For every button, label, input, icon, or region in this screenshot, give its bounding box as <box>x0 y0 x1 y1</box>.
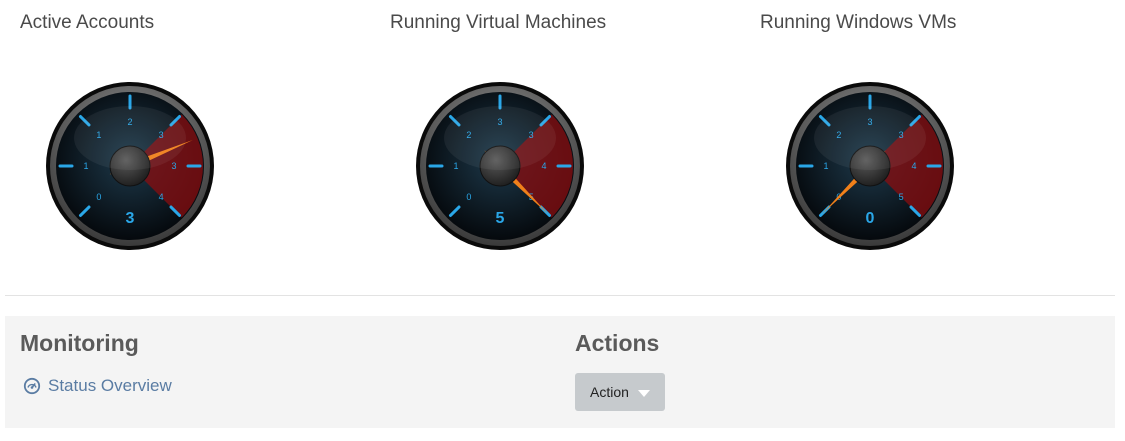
gauge-tick-label: 1 <box>823 161 828 171</box>
gauge-value: 5 <box>496 210 505 227</box>
gauge-title: Running Windows VMs <box>760 12 957 33</box>
gauge-tick-label: 4 <box>911 161 916 171</box>
gauge-tick-label: 3 <box>171 161 176 171</box>
status-overview-link[interactable]: Status Overview <box>23 376 172 396</box>
gauge-value: 3 <box>126 210 135 227</box>
gauge-dial: 01233455 <box>416 82 584 250</box>
gauge-tick-label: 4 <box>541 161 546 171</box>
status-overview-label: Status Overview <box>48 376 172 395</box>
gauge-title: Active Accounts <box>20 12 155 33</box>
gauge-active-accounts: Active Accounts 01123343 <box>0 0 360 290</box>
gauge-glass <box>814 106 926 170</box>
gauge-glass <box>74 106 186 170</box>
monitoring-title: Monitoring <box>20 330 139 356</box>
action-button-label: Action <box>590 384 629 400</box>
gauge-value: 0 <box>866 210 875 227</box>
gauge-running-windows-vms: Running Windows VMs 01233450 <box>740 0 1100 290</box>
caret-down-icon <box>637 389 650 397</box>
dashboard-icon <box>23 377 41 395</box>
gauge-glass <box>444 106 556 170</box>
gauge-tick-label: 1 <box>83 161 88 171</box>
gauge-running-vms: Running Virtual Machines 01233455 <box>370 0 730 290</box>
gauge-title: Running Virtual Machines <box>390 12 607 33</box>
gauge-tick-label: 0 <box>96 192 101 202</box>
gauge-tick-label: 4 <box>159 192 164 202</box>
bottom-panel: Monitoring Status Overview Actions Actio… <box>5 316 1115 428</box>
actions-title: Actions <box>575 330 660 356</box>
gauge-dial: 01233450 <box>786 82 954 250</box>
gauge-dial: 01123343 <box>46 82 214 250</box>
gauge-tick-label: 5 <box>899 192 904 202</box>
divider <box>5 295 1115 296</box>
gauge-tick-label: 0 <box>466 192 471 202</box>
gauge-tick-label: 1 <box>453 161 458 171</box>
action-dropdown-button[interactable]: Action <box>575 373 665 411</box>
